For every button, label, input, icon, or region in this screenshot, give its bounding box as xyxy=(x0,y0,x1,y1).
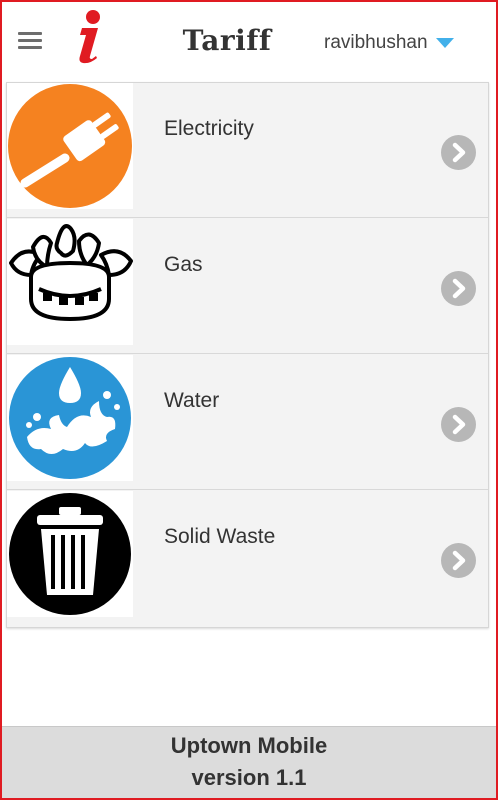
caret-down-icon[interactable] xyxy=(435,38,454,48)
plug-icon xyxy=(7,83,133,209)
tariff-label: Solid Waste xyxy=(164,525,276,548)
app-version: version 1.1 xyxy=(191,765,307,790)
app-name: Uptown Mobile xyxy=(170,733,328,758)
tariff-label: Water xyxy=(164,389,220,412)
list-item-solid-waste[interactable]: Solid Waste xyxy=(7,491,488,626)
user-menu[interactable]: ravibhushan xyxy=(324,30,454,56)
tariff-list: Electricity Gas Water Solid Waste xyxy=(6,82,489,628)
hamburger-menu-icon[interactable] xyxy=(18,32,42,52)
trash-can-icon xyxy=(7,491,133,617)
water-splash-icon xyxy=(7,355,133,481)
list-item-electricity[interactable]: Electricity xyxy=(7,83,488,218)
chevron-right-icon[interactable] xyxy=(441,271,476,306)
chevron-right-icon[interactable] xyxy=(441,135,476,170)
page-title: Tariff xyxy=(182,24,272,57)
tariff-label: Electricity xyxy=(164,117,254,140)
app-footer: Uptown Mobile version 1.1 xyxy=(2,726,496,798)
info-logo-icon xyxy=(68,8,108,64)
list-item-gas[interactable]: Gas xyxy=(7,219,488,354)
gas-burner-icon xyxy=(7,219,133,345)
chevron-right-icon[interactable] xyxy=(441,543,476,578)
app-header: Tariff ravibhushan xyxy=(2,2,496,82)
list-item-water[interactable]: Water xyxy=(7,355,488,490)
tariff-label: Gas xyxy=(164,253,203,276)
chevron-right-icon[interactable] xyxy=(441,407,476,442)
username-label: ravibhushan xyxy=(324,32,428,53)
